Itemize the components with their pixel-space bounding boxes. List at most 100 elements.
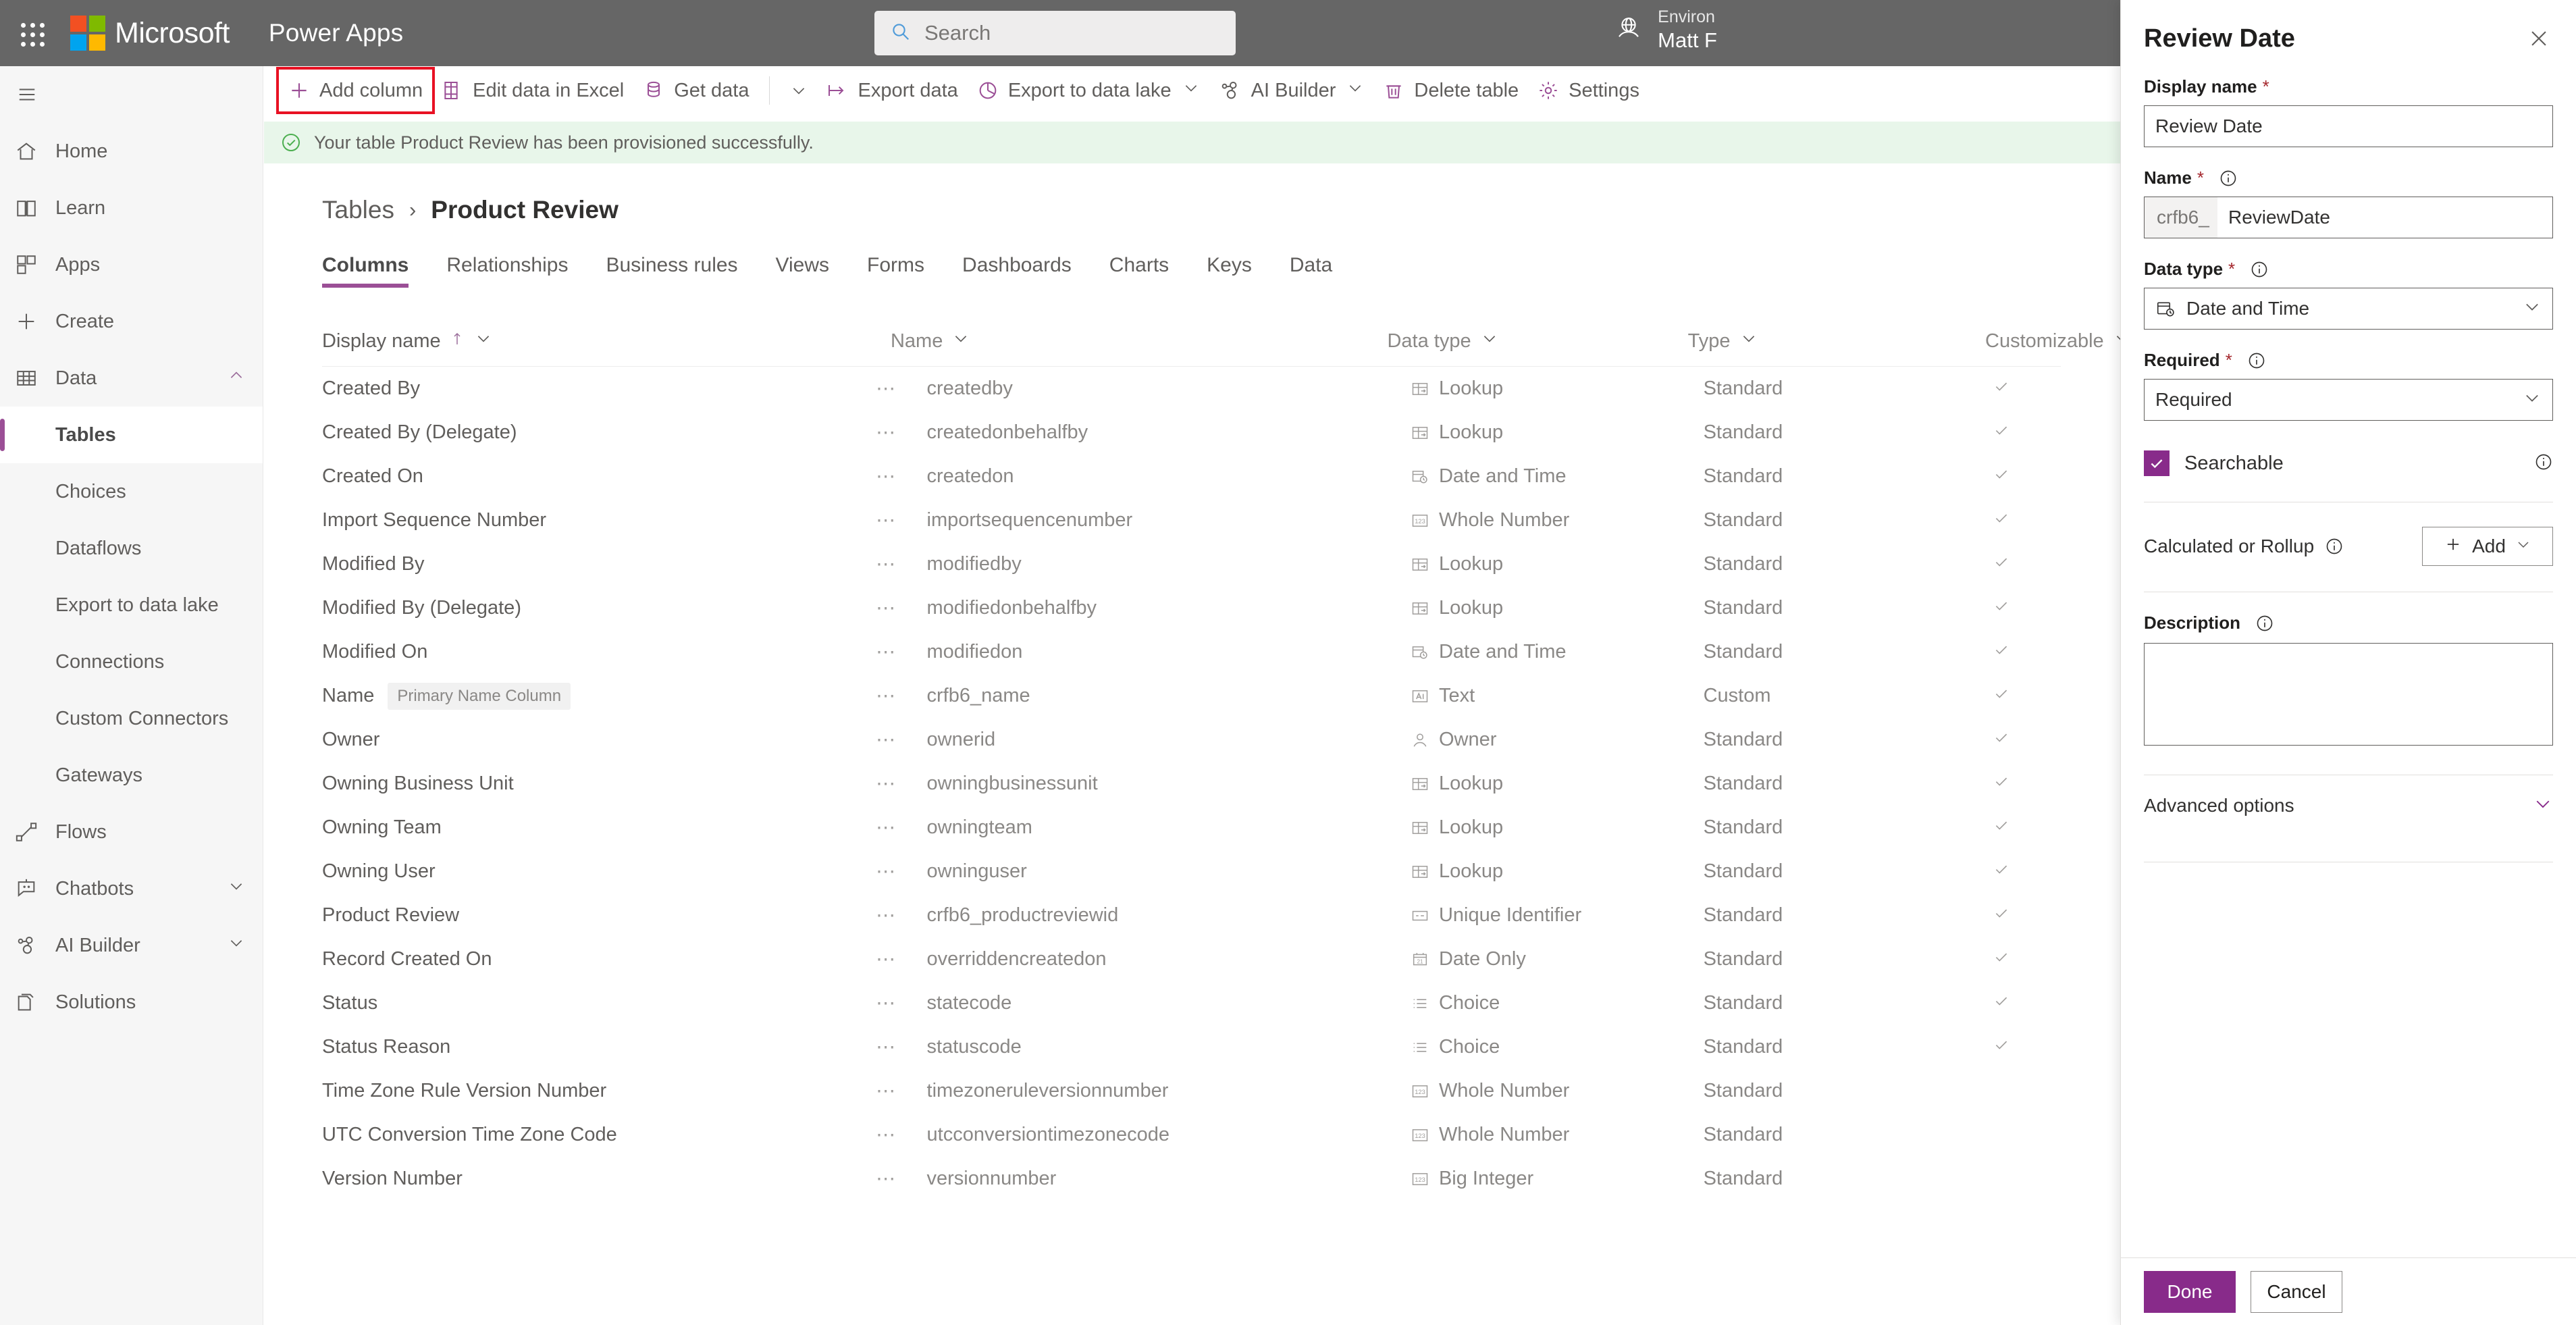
cell-display-name[interactable]: Owner <box>322 729 876 751</box>
chevron-down-icon[interactable] <box>1740 330 1758 353</box>
command-export-data[interactable]: Export data <box>817 72 967 109</box>
info-icon[interactable] <box>2247 351 2266 370</box>
chevron-down-icon[interactable] <box>1481 330 1498 353</box>
cell-display-name[interactable]: Name Primary Name Column <box>322 682 876 710</box>
tab-business-rules[interactable]: Business rules <box>606 254 737 288</box>
sidebar-item-custom-connectors[interactable]: Custom Connectors <box>0 690 263 747</box>
tab-forms[interactable]: Forms <box>867 254 924 288</box>
tab-columns[interactable]: Columns <box>322 254 409 288</box>
cell-display-name[interactable]: UTC Conversion Time Zone Code <box>322 1124 876 1146</box>
cell-display-name[interactable]: Time Zone Rule Version Number <box>322 1080 876 1102</box>
table-row[interactable]: Owning Team ⋯ owningteam Lookup Standard <box>322 806 2120 850</box>
data-type-dropdown[interactable]: Date and Time <box>2144 288 2553 330</box>
table-row[interactable]: Modified By (Delegate) ⋯ modifiedonbehalfb… <box>322 586 2120 630</box>
sidebar-item-apps[interactable]: Apps <box>0 236 263 293</box>
table-row[interactable]: Product Review ⋯ crfb6_productreviewid Uniq… <box>322 893 2120 937</box>
column-header-name[interactable]: Name <box>891 330 1388 353</box>
cell-display-name[interactable]: Modified By (Delegate) <box>322 597 876 619</box>
column-header-display-name[interactable]: Display name <box>322 330 891 353</box>
sidebar-item-create[interactable]: Create <box>0 293 263 350</box>
table-row[interactable]: Import Sequence Number ⋯ importsequencenum… <box>322 498 2120 542</box>
chevron-down-icon[interactable] <box>1346 79 1364 102</box>
display-name-input[interactable] <box>2145 106 2552 147</box>
command-ai-builder[interactable]: AI Builder <box>1209 72 1374 109</box>
table-row[interactable]: Record Created On ⋯ overriddencreatedon 21 D… <box>322 937 2120 981</box>
cell-display-name[interactable]: Status Reason <box>322 1036 876 1058</box>
info-icon[interactable] <box>2255 614 2274 633</box>
row-more-options[interactable]: ⋯ <box>876 421 926 444</box>
chevron-down-icon[interactable] <box>952 330 970 353</box>
search-input[interactable] <box>923 20 1207 46</box>
row-more-options[interactable]: ⋯ <box>876 377 926 400</box>
table-row[interactable]: Time Zone Rule Version Number ⋯ timezoneru… <box>322 1069 2120 1113</box>
row-more-options[interactable]: ⋯ <box>876 509 926 532</box>
row-more-options[interactable]: ⋯ <box>876 904 926 927</box>
command-add-column[interactable]: Add column <box>275 67 436 114</box>
sidebar-item-choices[interactable]: Choices <box>0 463 263 520</box>
sidebar-item-data[interactable]: Data <box>0 350 263 407</box>
cell-display-name[interactable]: Status <box>322 992 876 1014</box>
row-more-options[interactable]: ⋯ <box>876 991 926 1015</box>
description-textarea[interactable] <box>2144 643 2553 746</box>
column-header-type[interactable]: Type <box>1688 330 1985 353</box>
breadcrumb-tables[interactable]: Tables <box>322 196 394 224</box>
table-row[interactable]: Name Primary Name Column ⋯ crfb6_name Text Cu… <box>322 674 2120 718</box>
close-icon[interactable] <box>2525 24 2553 56</box>
done-button[interactable]: Done <box>2144 1270 2236 1313</box>
tab-charts[interactable]: Charts <box>1109 254 1169 288</box>
command-delete-table[interactable]: Delete table <box>1373 72 1528 109</box>
chevron-down-icon[interactable] <box>228 877 245 900</box>
sidebar-item-solutions[interactable]: Solutions <box>0 974 263 1031</box>
chevron-down-icon[interactable] <box>475 330 492 353</box>
tab-dashboards[interactable]: Dashboards <box>962 254 1072 288</box>
chevron-down-icon[interactable] <box>1182 79 1200 102</box>
command-get-data[interactable]: Get data <box>633 72 758 109</box>
add-rollup-button[interactable]: Add <box>2422 527 2553 566</box>
tab-keys[interactable]: Keys <box>1207 254 1252 288</box>
tab-data[interactable]: Data <box>1290 254 1332 288</box>
row-more-options[interactable]: ⋯ <box>876 640 926 664</box>
row-more-options[interactable]: ⋯ <box>876 728 926 752</box>
table-row[interactable]: Created By ⋯ createdby Lookup Standard <box>322 367 2120 411</box>
cell-display-name[interactable]: Product Review <box>322 904 876 927</box>
display-name-textbox[interactable] <box>2144 105 2553 147</box>
row-more-options[interactable]: ⋯ <box>876 465 926 488</box>
cell-display-name[interactable]: Created By (Delegate) <box>322 421 876 444</box>
sidebar-item-learn[interactable]: Learn <box>0 180 263 236</box>
cell-display-name[interactable]: Version Number <box>322 1168 876 1190</box>
row-more-options[interactable]: ⋯ <box>876 1167 926 1191</box>
advanced-options-toggle[interactable]: Advanced options <box>2144 775 2553 836</box>
row-more-options[interactable]: ⋯ <box>876 816 926 839</box>
microsoft-logo[interactable]: Microsoft <box>70 16 230 51</box>
info-icon[interactable] <box>2534 452 2553 475</box>
table-row[interactable]: Created By (Delegate) ⋯ createdonbehalfby L… <box>322 411 2120 454</box>
sidebar-item-flows[interactable]: Flows <box>0 804 263 860</box>
cell-display-name[interactable]: Owning User <box>322 860 876 883</box>
environment-selector[interactable]: Environ Matt F <box>1614 7 1717 53</box>
name-textbox[interactable]: crfb6_ <box>2144 197 2553 238</box>
column-header-customizable[interactable]: Customizable <box>1985 330 2128 353</box>
table-row[interactable]: Owning User ⋯ owninguser Lookup Standard <box>322 850 2120 893</box>
sidebar-item-dataflows[interactable]: Dataflows <box>0 520 263 577</box>
command-export-to-data-lake[interactable]: Export to data lake <box>968 72 1209 109</box>
chevron-up-icon[interactable] <box>228 367 245 390</box>
cell-display-name[interactable]: Owning Business Unit <box>322 773 876 795</box>
info-icon[interactable] <box>2250 260 2269 279</box>
command-overflow-caret[interactable] <box>781 82 817 99</box>
row-more-options[interactable]: ⋯ <box>876 860 926 883</box>
hamburger-icon[interactable] <box>0 66 263 123</box>
row-more-options[interactable]: ⋯ <box>876 684 926 708</box>
name-input[interactable] <box>2217 197 2552 238</box>
sidebar-item-export-to-data-lake[interactable]: Export to data lake <box>0 577 263 633</box>
row-more-options[interactable]: ⋯ <box>876 1035 926 1059</box>
command-edit-data-in-excel[interactable]: Edit data in Excel <box>432 72 633 109</box>
row-more-options[interactable]: ⋯ <box>876 552 926 576</box>
cell-display-name[interactable]: Modified On <box>322 641 876 663</box>
waffle-icon[interactable] <box>12 14 50 52</box>
table-row[interactable]: Status Reason ⋯ statuscode Choice Standard <box>322 1025 2120 1069</box>
row-more-options[interactable]: ⋯ <box>876 947 926 971</box>
table-row[interactable]: Version Number ⋯ versionnumber 123 Big Integ… <box>322 1157 2120 1201</box>
sidebar-item-tables[interactable]: Tables <box>0 407 263 463</box>
command-settings[interactable]: Settings <box>1528 72 1649 109</box>
info-icon[interactable] <box>2325 537 2344 556</box>
